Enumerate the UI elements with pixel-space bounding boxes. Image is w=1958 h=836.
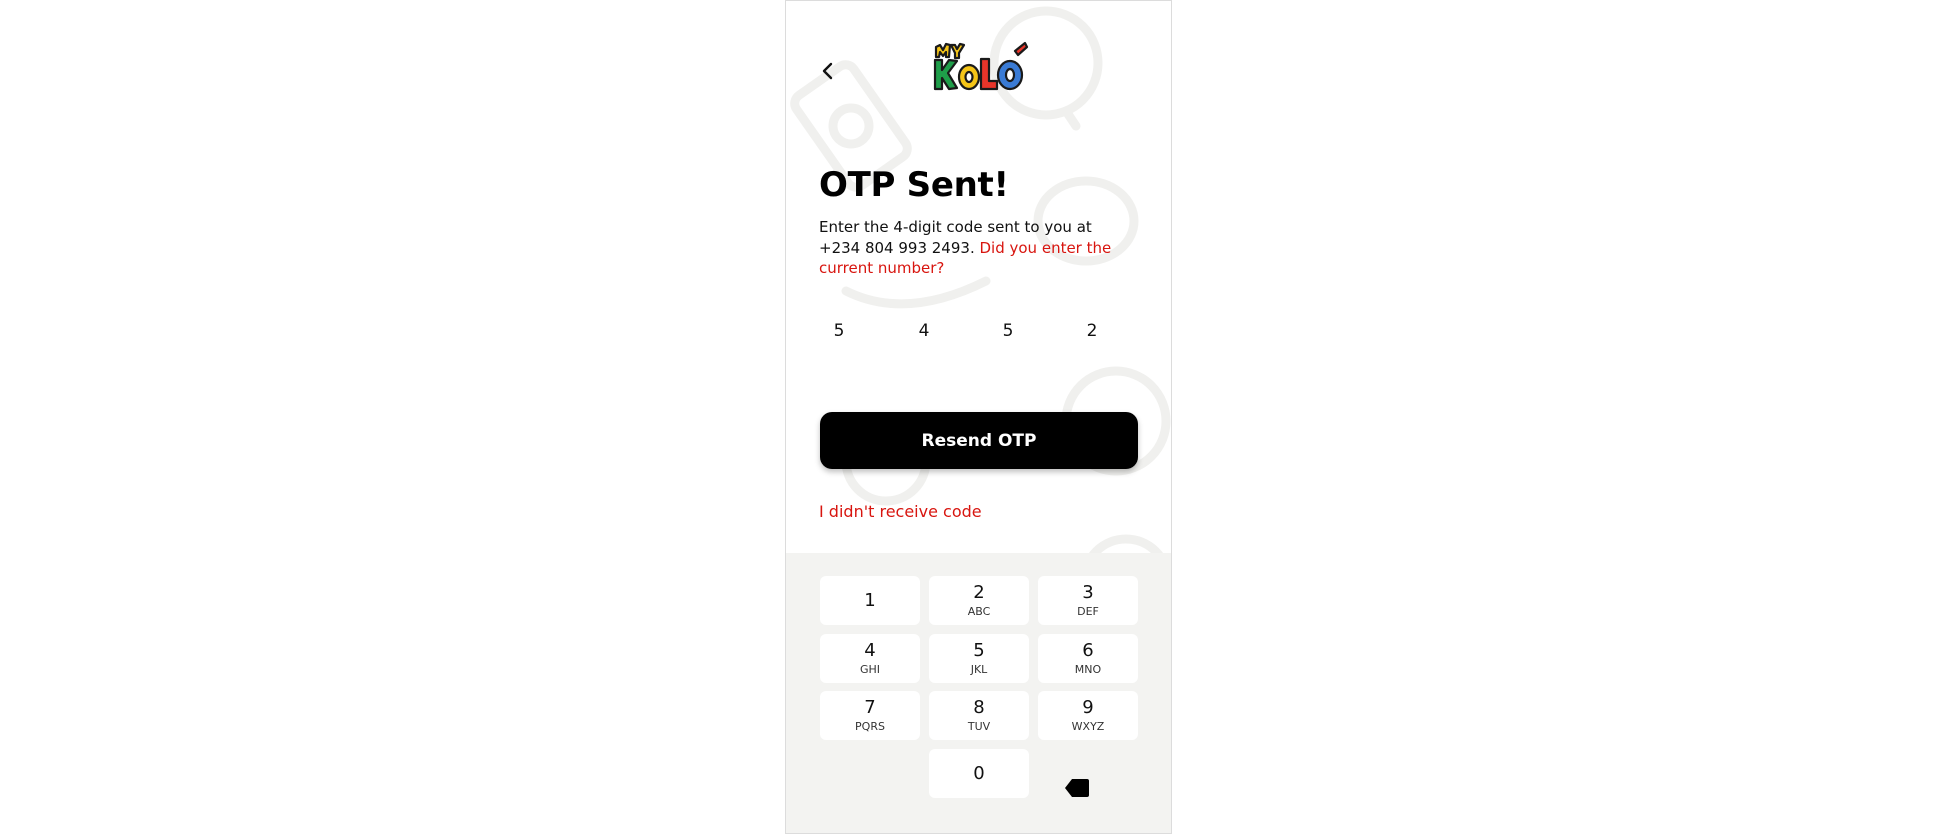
- key-letters: JKL: [970, 663, 988, 676]
- back-button[interactable]: [816, 59, 840, 83]
- backspace-icon: [1065, 779, 1089, 797]
- key-6[interactable]: 6 MNO: [1038, 634, 1138, 683]
- key-number: 0: [973, 762, 985, 784]
- key-number: 8: [973, 697, 985, 718]
- key-8[interactable]: 8 TUV: [929, 691, 1029, 740]
- backspace-button[interactable]: [1052, 763, 1102, 813]
- key-number: 2: [973, 582, 985, 603]
- otp-input-row[interactable]: 5 4 5 2: [819, 321, 1137, 351]
- key-letters: TUV: [967, 720, 991, 733]
- otp-description: Enter the 4-digit code sent to you at +2…: [819, 217, 1119, 279]
- key-letters: DEF: [1077, 605, 1099, 618]
- key-1[interactable]: 1: [820, 576, 920, 625]
- key-4[interactable]: 4 GHI: [820, 634, 920, 683]
- key-number: 4: [864, 640, 876, 661]
- key-number: 5: [973, 640, 985, 661]
- key-3[interactable]: 3 DEF: [1038, 576, 1138, 625]
- key-letters: GHI: [859, 663, 881, 676]
- my-kolo-logo: [933, 41, 1029, 91]
- otp-digit-2[interactable]: 4: [904, 321, 944, 341]
- resend-otp-button[interactable]: Resend OTP: [820, 412, 1138, 469]
- key-letters: MNO: [1074, 663, 1102, 676]
- page-title: OTP Sent!: [819, 165, 1009, 205]
- numeric-keypad: 1 2 ABC 3 DEF 4 GHI 5 JKL 6 MNO 7 PQRS 8…: [786, 553, 1171, 833]
- key-0[interactable]: 0: [929, 749, 1029, 798]
- otp-digit-4[interactable]: 2: [1072, 321, 1112, 341]
- key-number: 6: [1082, 640, 1094, 661]
- chevron-left-icon: [822, 62, 833, 80]
- key-letters: ABC: [967, 605, 991, 618]
- key-5[interactable]: 5 JKL: [929, 634, 1029, 683]
- key-number: 1: [864, 589, 876, 611]
- didnt-receive-code-link[interactable]: I didn't receive code: [819, 502, 982, 521]
- key-number: 9: [1082, 697, 1094, 718]
- key-7[interactable]: 7 PQRS: [820, 691, 920, 740]
- key-2[interactable]: 2 ABC: [929, 576, 1029, 625]
- phone-screen: OTP Sent! Enter the 4-digit code sent to…: [785, 0, 1172, 834]
- otp-digit-1[interactable]: 5: [819, 321, 859, 341]
- key-letters: WXYZ: [1071, 720, 1105, 733]
- key-number: 7: [864, 697, 876, 718]
- key-9[interactable]: 9 WXYZ: [1038, 691, 1138, 740]
- key-letters: PQRS: [855, 720, 885, 733]
- otp-digit-3[interactable]: 5: [988, 321, 1028, 341]
- key-number: 3: [1082, 582, 1094, 603]
